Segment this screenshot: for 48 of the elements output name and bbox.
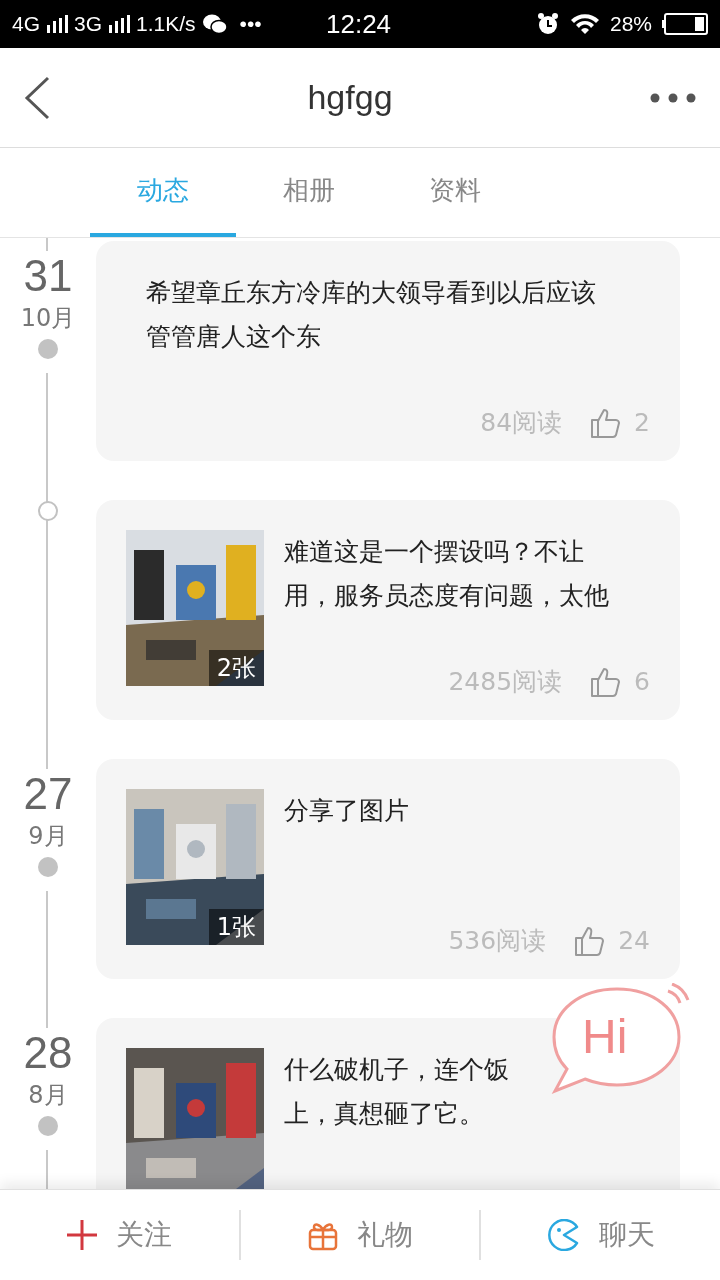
thumbs-up-icon <box>590 406 621 439</box>
photo-count: 2张 <box>208 650 264 686</box>
action-button[interactable]: 礼物 <box>240 1190 480 1280</box>
read-count: 84阅读 <box>480 407 563 439</box>
network-type: 4G <box>12 12 40 36</box>
alarm-icon <box>535 12 560 36</box>
thumbs-up-icon <box>574 924 605 957</box>
post-card[interactable]: 1张 分享了图片 536阅读 24 <box>96 759 680 979</box>
date-day: 28 <box>23 1028 73 1078</box>
post-text: 分享了图片 <box>284 795 410 827</box>
network-speed: 1.1K/s <box>136 12 196 36</box>
like-count: 24 <box>618 926 650 955</box>
wifi-icon <box>569 13 600 35</box>
tab[interactable]: 相册 <box>236 148 382 237</box>
post-card[interactable]: 2张 难道这是一个摆设吗？不让 用，服务员态度有问题，太他 2485阅读 6 <box>96 500 680 720</box>
clock-time: 12:24 <box>326 8 392 40</box>
battery-icon <box>662 13 708 35</box>
post-text: 希望章丘东方冷库的大领导看到以后应该 管管唐人这个东 <box>146 277 597 353</box>
like-count: 2 <box>634 408 650 437</box>
tab[interactable]: 资料 <box>382 148 528 237</box>
action-button[interactable]: 聊天 <box>481 1190 720 1280</box>
post-text: 什么破机子，连个饭 上，真想砸了它。 <box>284 1054 510 1130</box>
action-button[interactable]: 关注 <box>0 1190 239 1280</box>
read-count: 536阅读 <box>448 925 547 957</box>
post-card[interactable]: 希望章丘东方冷库的大领导看到以后应该 管管唐人这个东 84阅读 2 <box>96 241 680 461</box>
timeline-dot <box>38 857 58 877</box>
date-day: 31 <box>23 251 73 301</box>
photo-count: 1张 <box>208 909 264 945</box>
timeline-dot <box>38 339 58 359</box>
tab[interactable]: 动态 <box>90 148 236 237</box>
date-month: 8月 <box>28 1080 68 1111</box>
plus-icon <box>66 1219 99 1251</box>
timeline-dot <box>38 1116 58 1136</box>
thumbs-up-icon <box>590 665 621 698</box>
date-month: 9月 <box>28 821 68 852</box>
battery-percent: 28% <box>609 12 652 36</box>
signal-icon <box>46 15 68 33</box>
more-notifications: ••• <box>239 12 262 36</box>
network-type: 3G <box>74 12 103 36</box>
date-month: 10月 <box>20 303 76 334</box>
like-count: 6 <box>634 667 650 696</box>
chat-icon <box>546 1219 581 1251</box>
chat-bubbles-icon <box>201 13 228 35</box>
date-day: 27 <box>23 769 73 819</box>
read-count: 2485阅读 <box>448 666 563 698</box>
post-text: 难道这是一个摆设吗？不让 用，服务员态度有问题，太他 <box>284 536 610 612</box>
signal-icon <box>108 15 131 33</box>
page-title: hgfgg <box>307 78 393 117</box>
